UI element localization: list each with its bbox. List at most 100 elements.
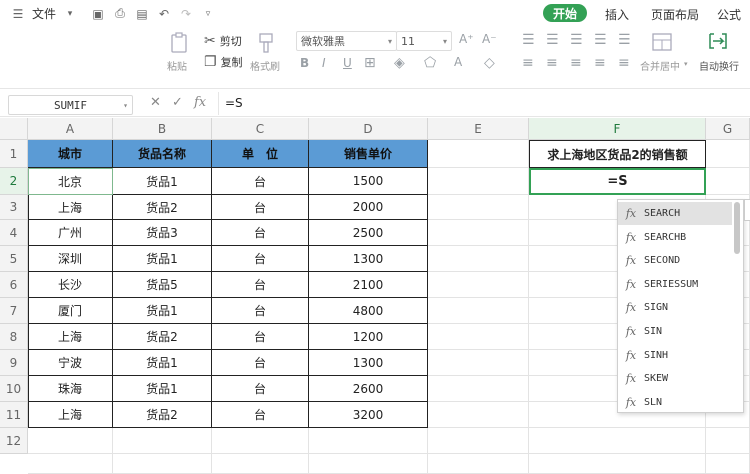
autocomplete-item[interactable]: fx SIGN [618,296,732,319]
table-cell[interactable]: 台 [212,350,309,376]
table-header-cell[interactable]: 销售单价 [309,140,428,168]
file-menu-label[interactable]: 文件 [32,5,56,22]
table-cell[interactable]: 2000 [309,195,428,220]
row-header-3[interactable]: 3 [0,195,28,220]
column-header-f[interactable]: F [529,118,706,140]
redo-icon[interactable]: ↷ [178,6,194,22]
column-header-d[interactable]: D [309,118,428,140]
row-header-5[interactable]: 5 [0,246,28,272]
table-cell[interactable]: 厦门 [28,298,113,324]
merge-center-button[interactable] [651,32,673,55]
merge-center-label[interactable]: 合并居中 [640,58,680,73]
autocomplete-item[interactable]: fx SECOND [618,249,732,272]
tab-formulas[interactable]: 公式 [717,6,741,23]
align-right-icon[interactable]: ≡ [570,55,582,71]
table-cell[interactable]: 货品5 [113,272,212,298]
table-cell[interactable]: 货品1 [113,168,212,195]
more-icon[interactable]: ▿ [200,6,216,22]
insert-function-icon[interactable]: fx [194,95,206,110]
table-cell[interactable]: 货品2 [113,402,212,428]
table-cell[interactable]: 北京 [28,168,113,195]
table-cell[interactable]: 货品1 [113,376,212,402]
align-middle-icon[interactable]: ☰ [546,32,559,48]
table-cell[interactable]: 货品1 [113,246,212,272]
align-left-icon[interactable]: ≡ [522,55,534,71]
row-header-1[interactable]: 1 [0,140,28,168]
tab-insert[interactable]: 插入 [605,6,629,23]
row-header-4[interactable]: 4 [0,220,28,246]
formula-input[interactable]: =S [218,92,750,115]
undo-icon[interactable]: ↶ [156,6,172,22]
bold-icon[interactable]: B [300,56,309,70]
table-cell[interactable]: 货品2 [113,324,212,350]
tab-home[interactable]: 开始 [543,4,587,22]
table-cell[interactable]: 广州 [28,220,113,246]
column-header-e[interactable]: E [428,118,529,140]
table-cell[interactable]: 1300 [309,246,428,272]
font-color-icon[interactable]: A [454,55,462,69]
row-header-8[interactable]: 8 [0,324,28,350]
wrap-text-button[interactable] [707,31,729,54]
save-icon[interactable]: ▣ [90,6,106,22]
autocomplete-item[interactable]: fx SEARCH [618,202,732,225]
table-cell[interactable]: 2600 [309,376,428,402]
wrap-text-label[interactable]: 自动换行 [699,58,739,73]
paste-label[interactable]: 粘贴 [167,58,187,73]
hamburger-icon[interactable]: ☰ [10,6,26,22]
table-cell[interactable]: 1300 [309,350,428,376]
paste-button[interactable] [168,32,194,54]
table-cell[interactable]: 台 [212,272,309,298]
table-cell[interactable]: 台 [212,324,309,350]
autocomplete-item[interactable]: fx SINH [618,344,732,367]
column-header-a[interactable]: A [28,118,113,140]
distribute-icon[interactable]: ≡ [618,55,630,71]
autocomplete-item[interactable]: fx SERIESSUM [618,273,732,296]
print-preview-icon[interactable]: ⎙ [112,6,128,22]
row-header-7[interactable]: 7 [0,298,28,324]
autocomplete-item[interactable]: fx SLN [618,391,732,414]
table-cell[interactable]: 上海 [28,324,113,350]
row-header-10[interactable]: 10 [0,376,28,402]
table-header-cell[interactable]: 城市 [28,140,113,168]
name-box[interactable]: SUMIF ▾ [8,95,133,115]
justify-icon[interactable]: ≡ [594,55,606,71]
table-header-cell[interactable]: 单 位 [212,140,309,168]
format-painter-label[interactable]: 格式刷 [250,58,280,73]
eraser-icon[interactable]: ◇ [484,55,495,71]
table-cell[interactable]: 台 [212,195,309,220]
row-header-9[interactable]: 9 [0,350,28,376]
table-cell[interactable]: 台 [212,246,309,272]
copy-button[interactable]: ❐ 复制 [204,54,243,70]
cut-button[interactable]: ✂ 剪切 [204,33,242,49]
table-cell[interactable]: 货品2 [113,195,212,220]
column-header-g[interactable]: G [706,118,750,140]
table-cell[interactable]: 上海 [28,402,113,428]
f2-active-edit-cell[interactable]: =S [529,168,706,195]
row-header-11[interactable]: 11 [0,402,28,428]
table-cell[interactable]: 货品1 [113,298,212,324]
align-top-icon[interactable]: ☰ [522,32,535,48]
column-header-c[interactable]: C [212,118,309,140]
font-size-select[interactable]: 11 ▾ [396,31,452,51]
table-cell[interactable]: 4800 [309,298,428,324]
chevron-down-icon[interactable]: ▾ [684,60,688,68]
file-menu[interactable]: ☰ 文件 ▾ ▣ ⎙ ▤ ↶ ↷ ▿ [10,5,216,22]
autocomplete-item[interactable]: fx SKEW [618,367,732,390]
fill-color-icon[interactable]: ◈ [394,55,405,71]
cancel-icon[interactable]: ✕ [150,95,161,110]
autocomplete-item[interactable]: fx SIN [618,320,732,343]
f1-title-cell[interactable]: 求上海地区货品2的销售额 [529,140,706,168]
decrease-font-icon[interactable]: A⁻ [482,32,497,46]
table-cell[interactable]: 货品3 [113,220,212,246]
table-cell[interactable]: 台 [212,220,309,246]
table-cell[interactable]: 3200 [309,402,428,428]
row-header-2[interactable]: 2 [0,168,28,195]
table-cell[interactable]: 台 [212,168,309,195]
italic-icon[interactable]: I [322,56,326,70]
autocomplete-item[interactable]: fx SEARCHB [618,226,732,249]
table-cell[interactable]: 珠海 [28,376,113,402]
increase-font-icon[interactable]: A⁺ [459,32,474,46]
chevron-down-icon[interactable]: ▾ [123,101,128,110]
table-cell[interactable]: 2100 [309,272,428,298]
table-cell[interactable]: 货品1 [113,350,212,376]
